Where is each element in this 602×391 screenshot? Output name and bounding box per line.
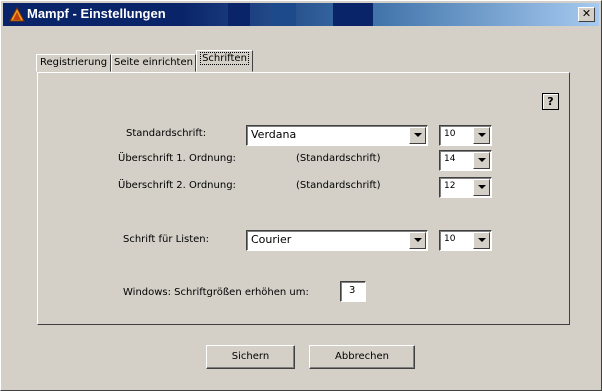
- close-button[interactable]: ✕: [578, 7, 595, 22]
- heading1-size-select[interactable]: 14: [439, 150, 492, 171]
- settings-window: Mampf - Einstellungen ✕ Registrierung Se…: [0, 0, 602, 391]
- heading1-size-value: 14: [444, 154, 456, 164]
- windows-increase-field[interactable]: 3: [340, 281, 366, 302]
- window-title: Mampf - Einstellungen: [27, 6, 166, 21]
- cancel-button[interactable]: Abbrechen: [309, 345, 415, 369]
- windows-increase-label: Windows: Schriftgrößen erhöhen um:: [123, 287, 309, 298]
- chevron-down-icon[interactable]: [473, 127, 490, 144]
- mampf-app-icon: [9, 7, 25, 22]
- save-button[interactable]: Sichern: [206, 345, 295, 369]
- tab-label: Seite einrichten: [114, 57, 193, 68]
- chevron-down-icon[interactable]: [409, 127, 426, 144]
- standard-font-select[interactable]: Verdana: [246, 125, 428, 146]
- chevron-down-icon[interactable]: [473, 179, 490, 196]
- list-size-select[interactable]: 10: [439, 230, 492, 251]
- heading2-size-value: 12: [444, 181, 456, 191]
- chevron-down-icon[interactable]: [409, 232, 426, 249]
- tab-label: Schriften: [200, 52, 249, 65]
- list-size-value: 10: [444, 234, 456, 244]
- title-bar[interactable]: Mampf - Einstellungen ✕: [3, 3, 599, 26]
- list-font-select[interactable]: Courier: [246, 230, 428, 251]
- tab-registrierung[interactable]: Registrierung: [36, 54, 111, 72]
- chevron-down-icon[interactable]: [473, 232, 490, 249]
- heading2-font-label: Überschrift 2. Ordnung:: [118, 180, 236, 191]
- list-font-label: Schrift für Listen:: [123, 234, 210, 245]
- standard-size-select[interactable]: 10: [439, 125, 492, 146]
- chevron-down-icon[interactable]: [473, 152, 490, 169]
- windows-increase-value: 3: [349, 285, 356, 296]
- tab-seite-einrichten[interactable]: Seite einrichten: [111, 54, 196, 72]
- tab-schriften[interactable]: Schriften: [196, 50, 253, 72]
- standard-size-value: 10: [444, 129, 456, 139]
- heading2-size-select[interactable]: 12: [439, 177, 492, 198]
- heading1-font-value: (Standardschrift): [296, 153, 381, 164]
- heading2-font-value: (Standardschrift): [296, 180, 381, 191]
- list-font-value: Courier: [251, 233, 292, 246]
- help-button[interactable]: ?: [542, 93, 559, 110]
- standard-font-label: Standardschrift:: [126, 128, 207, 139]
- heading1-font-label: Überschrift 1. Ordnung:: [118, 153, 236, 164]
- standard-font-value: Verdana: [251, 128, 297, 141]
- tab-label: Registrierung: [39, 57, 108, 68]
